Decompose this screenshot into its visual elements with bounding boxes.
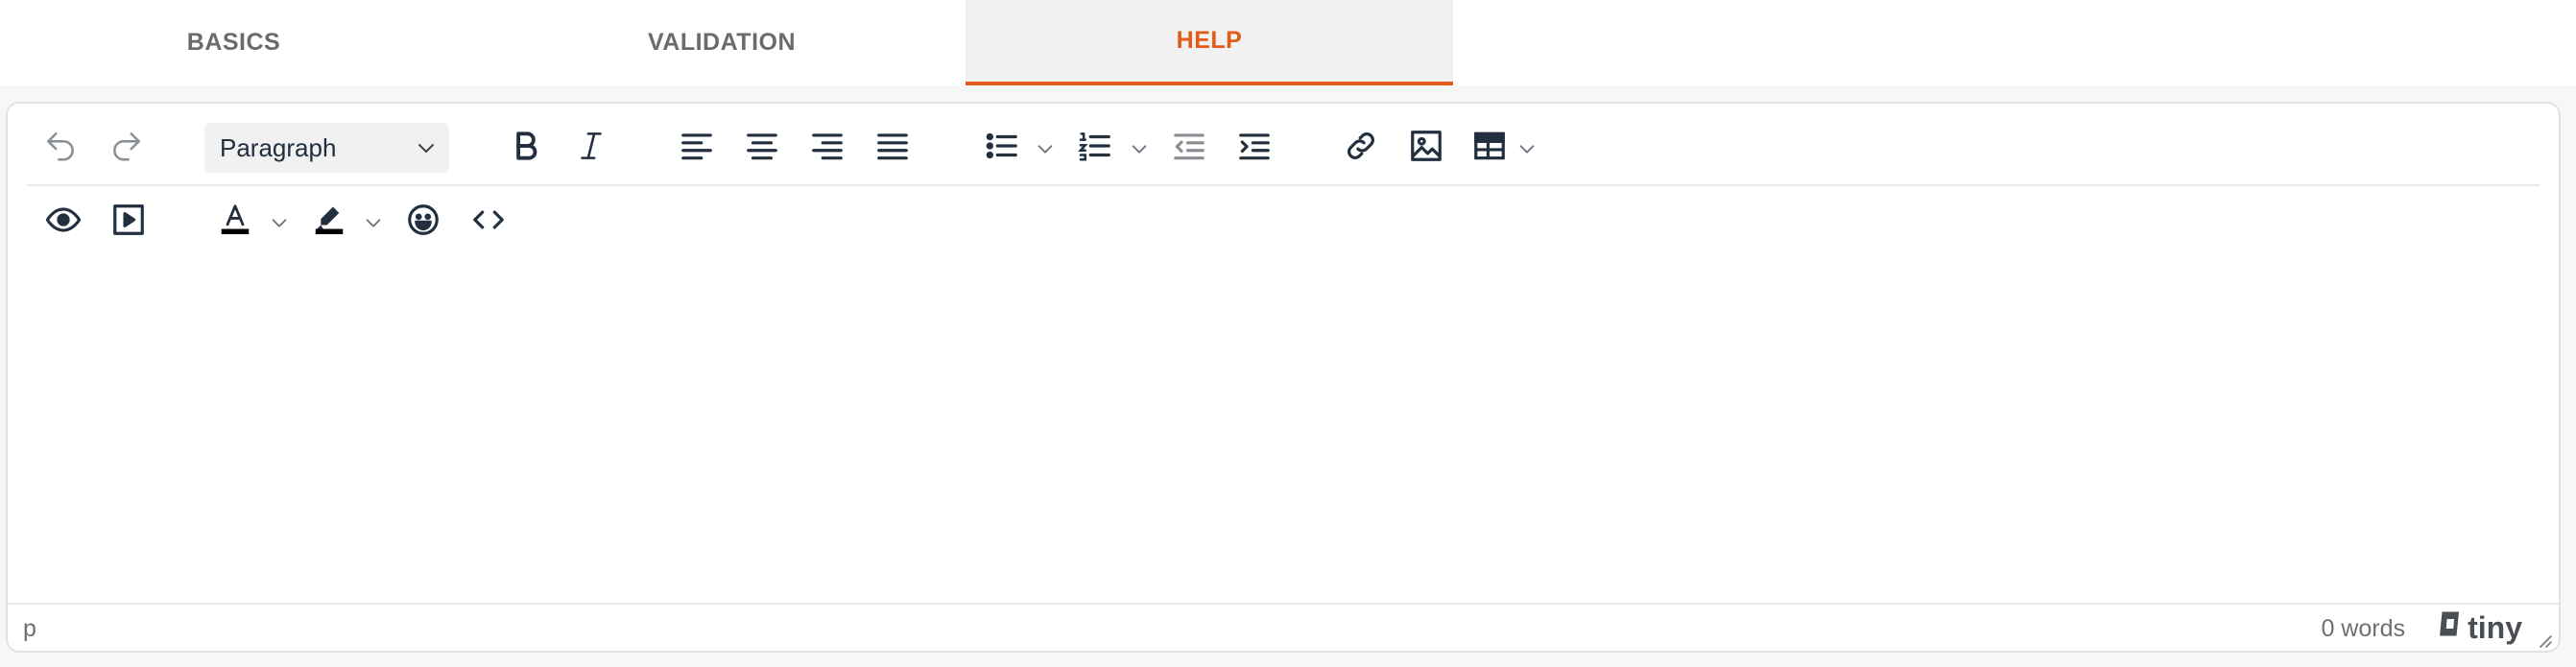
- indent-button[interactable]: [1228, 121, 1281, 175]
- bullet-list-icon: [984, 128, 1020, 169]
- editor-toolbar: Paragraph: [8, 104, 2559, 263]
- align-right-button[interactable]: [800, 121, 854, 175]
- media-button[interactable]: [102, 195, 155, 249]
- resize-handle-icon[interactable]: [2536, 628, 2553, 648]
- align-justify-icon: [874, 128, 911, 169]
- chevron-down-icon: [1516, 145, 1538, 163]
- block-format-select[interactable]: Paragraph: [204, 123, 449, 173]
- bold-icon: [508, 128, 544, 169]
- table-button[interactable]: [1463, 121, 1516, 175]
- emoji-button[interactable]: [396, 195, 450, 249]
- outdent-button[interactable]: [1162, 121, 1216, 175]
- tiny-brand[interactable]: tiny: [2435, 609, 2522, 646]
- editor-content-area[interactable]: [8, 263, 2559, 603]
- element-path[interactable]: p: [23, 615, 36, 643]
- word-count[interactable]: 0 words: [2321, 615, 2405, 643]
- outdent-icon: [1171, 128, 1207, 169]
- rich-text-editor: Paragraph p 0 words tiny: [6, 102, 2561, 653]
- preview-button[interactable]: [36, 195, 90, 249]
- highlight-color-icon: [311, 202, 347, 243]
- link-button[interactable]: [1334, 121, 1388, 175]
- align-center-button[interactable]: [735, 121, 789, 175]
- preview-icon: [45, 202, 82, 243]
- link-icon: [1343, 128, 1379, 169]
- redo-button[interactable]: [100, 121, 154, 175]
- numbered-list-dropdown[interactable]: [1129, 138, 1150, 159]
- bold-button[interactable]: [499, 121, 553, 175]
- bullet-list-dropdown[interactable]: [1035, 138, 1056, 159]
- align-left-button[interactable]: [670, 121, 724, 175]
- table-icon: [1471, 128, 1508, 169]
- text-color-dropdown[interactable]: [269, 212, 290, 233]
- align-center-icon: [744, 128, 780, 169]
- bullet-list-button[interactable]: [975, 121, 1029, 175]
- block-format-value: Paragraph: [220, 132, 337, 162]
- tab-help[interactable]: HELP: [966, 0, 1453, 85]
- image-icon: [1408, 128, 1444, 169]
- text-color-button[interactable]: [208, 195, 262, 249]
- italic-button[interactable]: [564, 121, 618, 175]
- highlight-color-button[interactable]: [302, 195, 356, 249]
- chevron-down-icon: [1129, 145, 1150, 163]
- numbered-list-button[interactable]: [1068, 121, 1122, 175]
- tab-basics[interactable]: BASICS: [0, 0, 467, 85]
- tab-validation[interactable]: VALIDATION: [482, 0, 962, 85]
- source-code-button[interactable]: [462, 195, 515, 249]
- toolbar-divider: [27, 184, 2540, 186]
- italic-icon: [573, 128, 609, 169]
- text-color-icon: [217, 202, 253, 243]
- editor-statusbar: p 0 words tiny: [8, 603, 2559, 651]
- numbered-list-icon: [1077, 128, 1113, 169]
- undo-button[interactable]: [34, 121, 87, 175]
- chevron-down-icon: [415, 136, 438, 159]
- align-justify-button[interactable]: [866, 121, 919, 175]
- tab-bar: BASICS VALIDATION HELP: [0, 0, 2576, 85]
- indent-icon: [1236, 128, 1273, 169]
- chevron-down-icon: [269, 219, 290, 237]
- chevron-down-icon: [363, 219, 384, 237]
- align-left-icon: [679, 128, 715, 169]
- tiny-logo-icon: [2435, 609, 2464, 646]
- redo-icon: [108, 128, 145, 169]
- source-code-icon: [470, 202, 507, 243]
- table-dropdown[interactable]: [1516, 138, 1538, 159]
- chevron-down-icon: [1035, 145, 1056, 163]
- image-button[interactable]: [1399, 121, 1453, 175]
- undo-icon: [42, 128, 79, 169]
- align-right-icon: [809, 128, 846, 169]
- media-icon: [110, 202, 147, 243]
- brand-label: tiny: [2468, 609, 2522, 645]
- highlight-color-dropdown[interactable]: [363, 212, 384, 233]
- emoji-icon: [405, 202, 441, 243]
